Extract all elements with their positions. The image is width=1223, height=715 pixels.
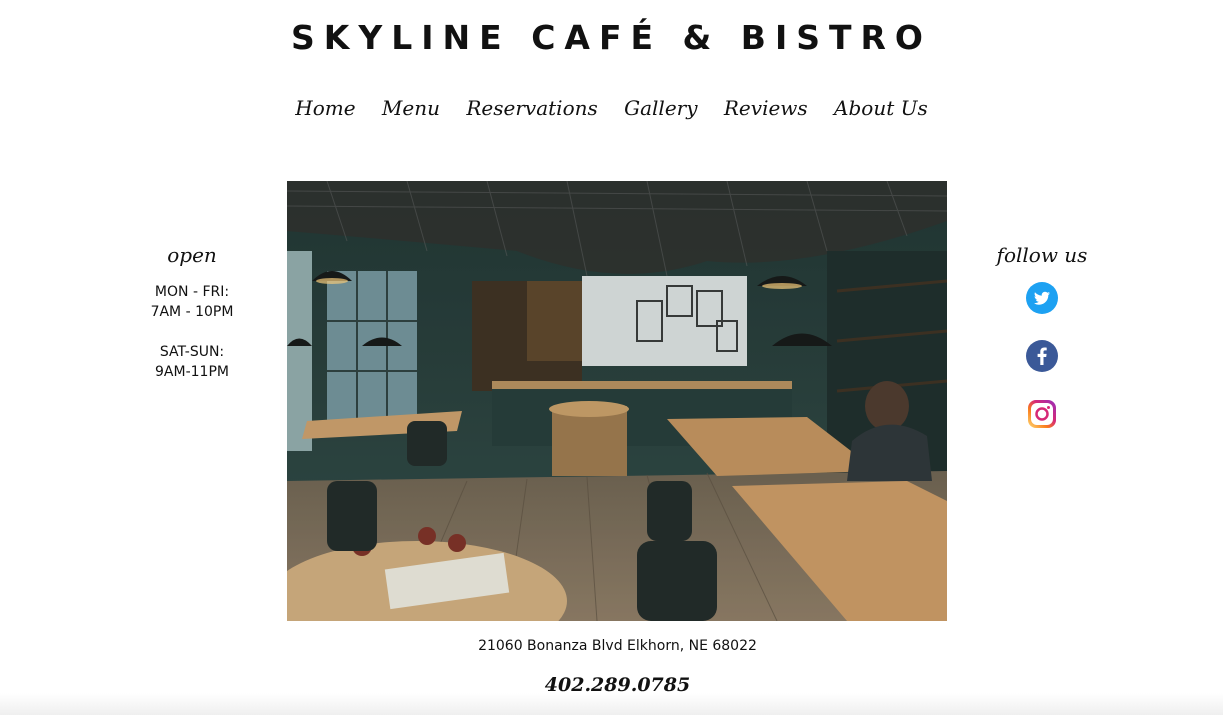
cafe-interior-photo	[287, 181, 947, 621]
instagram-icon[interactable]	[1026, 398, 1058, 430]
nav-menu[interactable]: Menu	[382, 96, 440, 120]
social-section: follow us	[942, 240, 1142, 456]
nav-reservations[interactable]: Reservations	[466, 96, 597, 120]
nav-gallery[interactable]: Gallery	[624, 96, 697, 120]
weekend-time: 9AM-11PM	[155, 364, 229, 380]
hours-spacer	[92, 322, 292, 342]
hours-section: open MON - FRI: 7AM - 10PM SAT-SUN: 9AM-…	[92, 240, 292, 382]
weekend-days: SAT-SUN:	[159, 344, 225, 360]
address: 21060 Bonanza Blvd Elkhorn, NE 68022	[478, 638, 757, 654]
weekday-days: MON - FRI:	[154, 284, 230, 300]
nav-about-us[interactable]: About Us	[834, 96, 928, 120]
facebook-icon[interactable]	[1026, 340, 1058, 372]
nav-home[interactable]: Home	[295, 96, 355, 120]
hero-image	[287, 181, 947, 621]
main-nav: Home Menu Reservations Gallery Reviews A…	[0, 94, 1223, 122]
twitter-icon[interactable]	[1026, 282, 1058, 314]
site-title: SKYLINE CAFÉ & BISTRO	[291, 18, 932, 57]
bottom-shadow	[0, 693, 1223, 715]
nav-reviews[interactable]: Reviews	[724, 96, 808, 120]
hours-heading: open	[167, 243, 217, 267]
weekday-time: 7AM - 10PM	[150, 304, 234, 320]
social-heading: follow us	[996, 243, 1088, 267]
